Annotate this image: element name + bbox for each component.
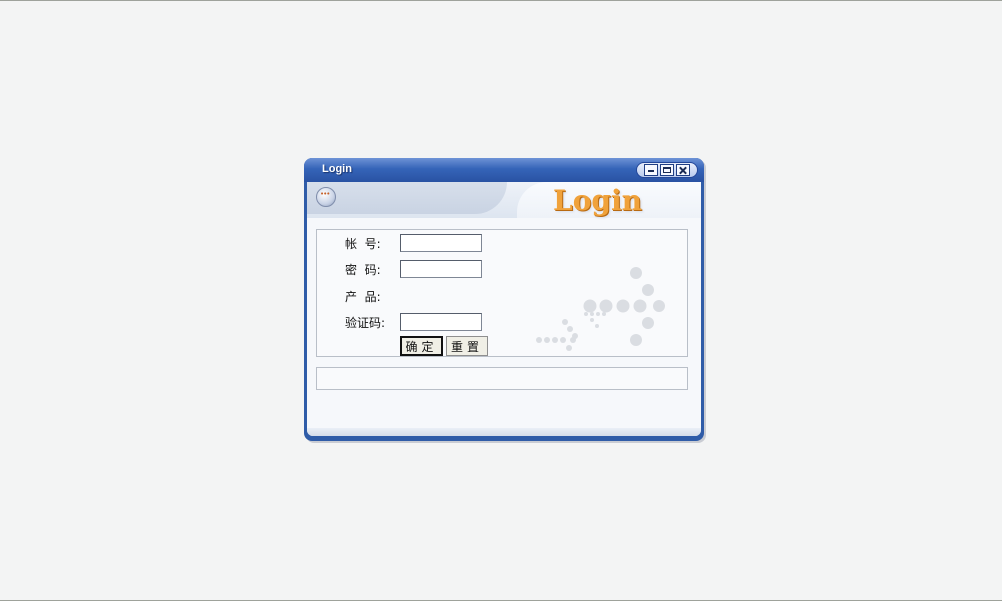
window-client-area: Login	[307, 182, 701, 436]
password-row: 密 码:	[317, 258, 689, 280]
maximize-button[interactable]	[660, 164, 674, 176]
minimize-button[interactable]	[644, 164, 658, 176]
window-controls	[636, 162, 698, 178]
orb-icon	[316, 187, 336, 207]
password-label: 密 码:	[345, 263, 381, 277]
window-title: Login	[322, 163, 352, 175]
login-logo: Login	[553, 184, 642, 217]
captcha-label: 验证码:	[345, 316, 386, 330]
status-bar	[316, 367, 688, 390]
product-label: 产 品:	[345, 290, 381, 304]
button-row: 确定 重置	[317, 336, 689, 358]
close-button[interactable]	[676, 164, 690, 176]
title-bar[interactable]: Login	[304, 158, 704, 182]
reset-button[interactable]: 重置	[446, 336, 488, 356]
ok-button[interactable]: 确定	[400, 336, 443, 356]
account-input[interactable]	[400, 234, 482, 252]
account-label: 帐 号:	[345, 237, 381, 251]
login-banner: Login	[307, 182, 701, 218]
captcha-row: 验证码:	[317, 311, 689, 333]
captcha-input[interactable]	[400, 313, 482, 331]
banner-shade	[307, 182, 507, 214]
password-input[interactable]	[400, 260, 482, 278]
window-bottom-strip	[307, 428, 701, 436]
account-row: 帐 号:	[317, 232, 689, 254]
login-window: Login Login	[304, 158, 704, 441]
login-form: 帐 号: 密 码: 产 品: 验证码: 确定 重置	[316, 229, 688, 357]
product-row: 产 品:	[317, 285, 689, 307]
